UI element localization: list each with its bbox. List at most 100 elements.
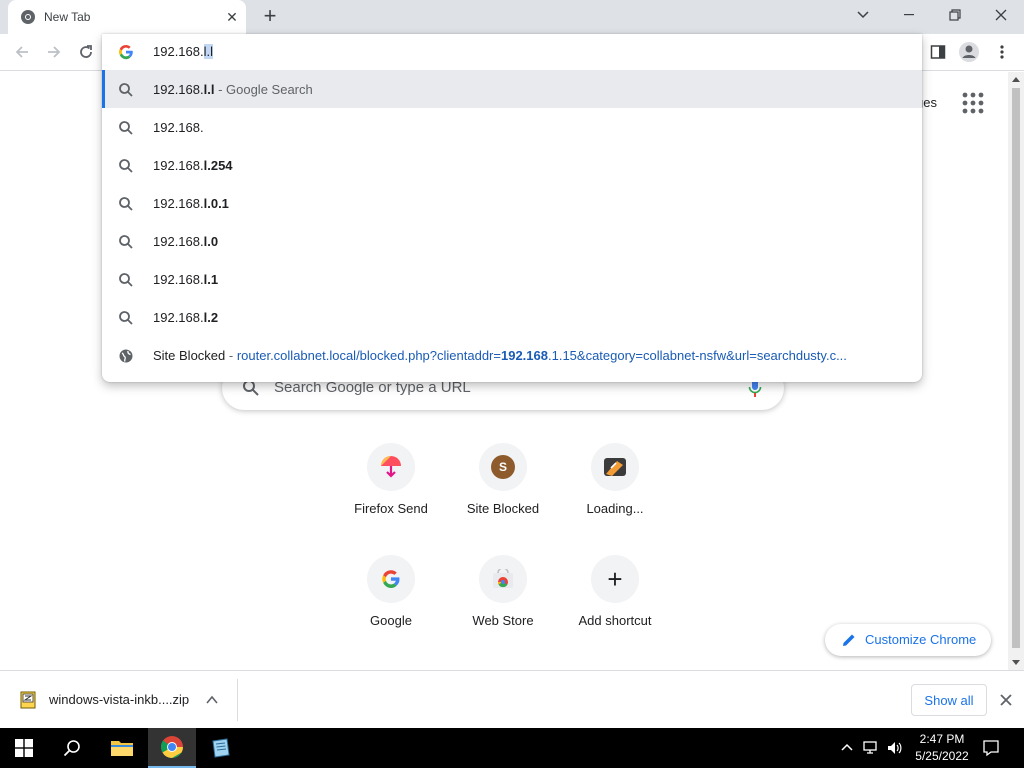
close-icon[interactable] — [998, 692, 1014, 708]
network-icon[interactable] — [862, 740, 880, 756]
file-explorer-button[interactable] — [98, 728, 146, 768]
web-store-icon — [479, 555, 527, 603]
loading-site-icon — [591, 443, 639, 491]
suggestion-prefix: 192.168. — [153, 82, 204, 97]
tile-web-store[interactable]: Web Store — [447, 555, 559, 667]
tab-new-tab[interactable]: New Tab ✕ — [8, 0, 246, 34]
pencil-icon — [843, 634, 855, 646]
customize-chrome-button[interactable]: Customize Chrome — [825, 624, 991, 656]
back-button[interactable] — [10, 40, 34, 64]
windows-taskbar: 2:47 PM 5/25/2022 — [0, 728, 1024, 768]
clock-date: 5/25/2022 — [915, 749, 969, 763]
suggestion-bold: l.0 — [203, 234, 219, 249]
tile-loading[interactable]: Loading... — [559, 443, 671, 555]
profile-button[interactable] — [957, 40, 981, 64]
tile-firefox-send[interactable]: Firefox Send — [335, 443, 447, 555]
menu-button[interactable] — [990, 40, 1014, 64]
tile-label: Web Store — [472, 613, 534, 628]
new-tab-button[interactable]: + — [258, 5, 282, 28]
reload-button[interactable] — [74, 40, 98, 64]
notepad-icon — [212, 738, 230, 758]
windows-logo-icon — [15, 739, 33, 757]
tab-close-icon[interactable]: ✕ — [224, 9, 240, 25]
omnibox-selected-text: l.l — [203, 44, 213, 59]
history-url-pre: router.collabnet.local/blocked.php?clien… — [236, 348, 501, 363]
tab-search-button[interactable] — [840, 0, 886, 30]
tile-google[interactable]: Google — [335, 555, 447, 667]
clock-time: 2:47 PM — [919, 732, 965, 746]
volume-icon[interactable] — [886, 740, 904, 756]
tile-site-blocked[interactable]: S Site Blocked — [447, 443, 559, 555]
omnibox-typed: 192.168. — [153, 44, 204, 59]
page-scrollbar[interactable] — [1008, 72, 1024, 670]
minimize-button[interactable] — [886, 0, 932, 30]
suggestion-history-site-blocked[interactable]: Site Blocked - router.collabnet.local/bl… — [102, 336, 922, 374]
suggestion-item[interactable]: 192.168.l.2 — [102, 298, 922, 336]
avatar-icon — [959, 42, 979, 62]
suggestion-prefix: 192.168. — [153, 234, 204, 249]
search-icon — [119, 311, 133, 325]
customize-chrome-label: Customize Chrome — [865, 632, 977, 647]
notepad-taskbar-button[interactable] — [196, 728, 244, 768]
restore-button[interactable] — [932, 0, 978, 30]
side-panel-button[interactable] — [926, 40, 950, 64]
suggestion-text: 192.168.l.0 — [153, 234, 218, 249]
suggestion-item[interactable]: 192.168.l.1 — [102, 260, 922, 298]
omnibox-text: 192.168.l.l — [153, 44, 213, 59]
tile-label: Add shortcut — [578, 613, 652, 628]
apps-grid-icon[interactable] — [962, 92, 984, 114]
show-all-button[interactable]: Show all — [911, 684, 987, 716]
download-filename[interactable]: windows-vista-inkb....zip — [49, 692, 189, 707]
scroll-down-icon[interactable] — [1012, 660, 1020, 666]
close-icon — [995, 9, 1007, 21]
search-button[interactable] — [48, 728, 96, 768]
chevron-down-icon — [857, 11, 869, 19]
suggestion-text: Site Blocked - router.collabnet.local/bl… — [153, 348, 847, 363]
site-blocked-letter: S — [491, 455, 515, 479]
site-blocked-icon: S — [479, 443, 527, 491]
suggestion-text: 192.168. — [153, 120, 204, 135]
chrome-icon — [160, 736, 183, 758]
back-arrow-icon — [15, 46, 28, 58]
suggestion-item[interactable]: 192.168.l.254 — [102, 146, 922, 184]
add-icon: + — [591, 555, 639, 603]
omnibox-input[interactable]: 192.168.l.l — [102, 34, 922, 70]
suggestion-item[interactable]: 192.168.l.0.1 — [102, 184, 922, 222]
suggestion-bold: l.1 — [203, 272, 219, 287]
start-button[interactable] — [0, 728, 48, 768]
notifications-icon[interactable] — [982, 739, 1000, 757]
search-icon — [119, 235, 133, 249]
suggestion-text: 192.168.l.1 — [153, 272, 218, 287]
tab-strip: New Tab ✕ + — [0, 0, 1024, 34]
suggestion-item[interactable]: 192.168. — [102, 108, 922, 146]
window-close-button[interactable] — [978, 0, 1024, 30]
forward-arrow-icon — [48, 46, 61, 58]
google-icon — [367, 555, 415, 603]
scrollbar-thumb[interactable] — [1012, 88, 1020, 648]
zip-file-icon — [20, 691, 36, 709]
chrome-favicon-icon — [21, 10, 35, 24]
chevron-up-icon[interactable] — [205, 693, 219, 707]
chrome-taskbar-button[interactable] — [148, 728, 196, 768]
tile-add-shortcut[interactable]: + Add shortcut — [559, 555, 671, 667]
forward-button[interactable] — [42, 40, 66, 64]
suggestion-bold: l.l — [203, 82, 215, 97]
suggestion-item[interactable]: 192.168.l.0 — [102, 222, 922, 260]
taskbar-clock[interactable]: 2:47 PM 5/25/2022 — [912, 731, 972, 765]
search-icon — [119, 83, 133, 97]
tile-label: Firefox Send — [354, 501, 428, 516]
tray-overflow-icon[interactable] — [840, 741, 854, 755]
restore-icon — [949, 9, 961, 21]
reload-icon — [80, 45, 92, 58]
download-shelf: windows-vista-inkb....zip Show all — [0, 670, 1024, 728]
omnibox-dropdown: 192.168.l.l 192.168.l.l - Google Search 1… — [102, 34, 922, 382]
suggestion-prefix: 192.168. — [153, 158, 204, 173]
suggestion-prefix: 192.168. — [153, 272, 204, 287]
scroll-up-icon[interactable] — [1012, 76, 1020, 82]
suggestion-item[interactable]: 192.168.l.l - Google Search — [102, 70, 922, 108]
tile-label: Loading... — [586, 501, 644, 516]
search-icon — [119, 273, 133, 287]
history-title: Site Blocked — [153, 348, 226, 363]
history-dash: - — [225, 348, 237, 363]
suggestion-prefix: 192.168. — [153, 120, 204, 135]
